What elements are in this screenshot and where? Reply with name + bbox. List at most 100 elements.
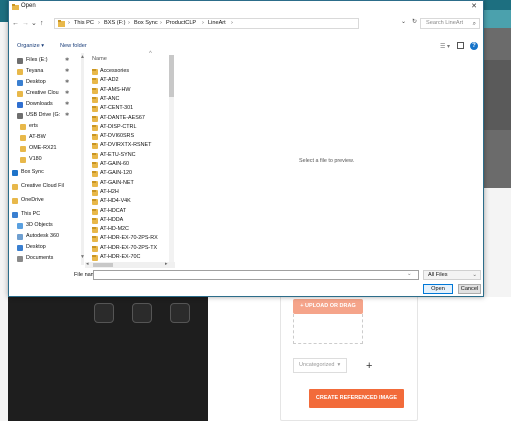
preview-pane-icon[interactable] — [457, 42, 464, 49]
file-list-item[interactable]: AT-DANTE-AES67 — [92, 115, 167, 123]
nav-item-label: erts — [29, 123, 38, 129]
file-list-item[interactable]: AT-CENT-301 — [92, 105, 167, 113]
nav-item-label: V180 — [29, 156, 42, 162]
nav-item[interactable]: Documents — [9, 254, 84, 264]
scroll-down-icon[interactable]: ▼ — [80, 254, 85, 260]
app-header-accent — [483, 10, 511, 28]
folder-icon — [58, 20, 65, 27]
nav-item-label: OME-RX21 — [29, 145, 57, 151]
nav-item[interactable]: Creative Clou ✱ — [9, 89, 84, 99]
file-list-item[interactable]: AT-ETU-SYNC — [92, 152, 167, 160]
file-list-item[interactable]: AT-DVI60SRS — [92, 133, 167, 141]
file-list-item[interactable]: AT-HD4-V4K — [92, 198, 167, 206]
nav-item[interactable]: OME-RX21 — [9, 144, 84, 154]
cancel-button[interactable]: Cancel — [458, 284, 481, 294]
navigation-pane: Files (E:) ✱ Teyana ✱ Desktop ✱ Creative Clou ✱… — [9, 53, 84, 265]
nav-item[interactable]: erts — [9, 122, 84, 132]
nav-item[interactable]: Desktop — [9, 243, 84, 253]
file-list-item[interactable]: AT-AD2 — [92, 77, 167, 85]
new-folder-button[interactable]: New folder — [60, 43, 87, 49]
nav-item[interactable]: This PC — [9, 210, 84, 220]
pin-icon[interactable]: ✱ — [65, 68, 69, 74]
address-dropdown-icon[interactable]: ⌄ — [401, 18, 406, 25]
breadcrumb-box-sync[interactable]: Box Sync — [134, 20, 158, 26]
folder-icon — [92, 96, 98, 103]
nav-item[interactable]: AT-BW — [9, 133, 84, 143]
scroll-up-icon[interactable]: ▲ — [80, 54, 85, 60]
file-list-item[interactable]: AT-HD-M2C — [92, 226, 167, 234]
nav-item[interactable]: Downloads ✱ — [9, 100, 84, 110]
nav-item[interactable]: Files (E:) ✱ — [9, 56, 84, 66]
file-list-item[interactable]: AT-H2H — [92, 189, 167, 197]
nav-item[interactable]: OneDrive — [9, 196, 84, 206]
file-list-item[interactable]: AT-HDDA — [92, 217, 167, 225]
upload-or-drag-button[interactable]: + UPLOAD OR DRAG — [293, 299, 363, 314]
file-list-item[interactable]: AT-DVIRXTX-RSNET — [92, 142, 167, 150]
pin-icon[interactable]: ✱ — [65, 90, 69, 96]
close-icon[interactable]: ✕ — [467, 2, 481, 12]
nav-item-icon — [17, 223, 23, 229]
breadcrumb-this-pc[interactable]: This PC — [74, 20, 94, 26]
create-referenced-image-button[interactable]: CREATE REFERENCED IMAGE — [309, 389, 404, 408]
help-icon[interactable]: ? — [470, 42, 478, 50]
file-list-item-label: AT-HDR-EX-70-2PS-RX — [100, 235, 158, 242]
pin-icon[interactable]: ✱ — [65, 101, 69, 107]
nav-item[interactable]: Teyana ✱ — [9, 67, 84, 77]
nav-item-label: This PC — [21, 211, 41, 217]
nav-item[interactable]: Autodesk 360 — [9, 232, 84, 242]
file-list-scroll-thumb[interactable] — [169, 55, 174, 97]
folder-icon — [92, 180, 98, 187]
file-list-item[interactable]: AT-GAIN-NET — [92, 180, 167, 188]
view-options-icon[interactable]: ☰ ▾ — [440, 43, 450, 50]
forward-arrow-icon[interactable]: → — [22, 19, 29, 28]
organize-menu-button[interactable]: Organize ▾ — [17, 43, 44, 49]
dialog-title: Open — [21, 3, 36, 9]
navigation-scrollbar[interactable] — [81, 53, 84, 265]
file-list-item-label: AT-HDR-EX-70-2PS-TX — [100, 244, 158, 251]
back-arrow-icon[interactable]: ← — [12, 19, 19, 28]
chevron-down-icon: ⌄ — [472, 272, 477, 278]
pin-icon[interactable]: ✱ — [65, 112, 69, 118]
file-list-item-label: AT-HDCAT — [100, 207, 127, 214]
file-list-item[interactable]: Accessories — [92, 68, 167, 76]
add-category-button[interactable]: + — [366, 359, 378, 373]
pin-icon[interactable]: ✱ — [65, 79, 69, 85]
nav-item[interactable]: V180 — [9, 155, 84, 165]
nav-item[interactable]: Desktop ✱ — [9, 78, 84, 88]
file-list-item[interactable]: AT-HDCAT — [92, 208, 167, 216]
file-list-item[interactable]: AT-HDR-EX-70-2PS-RX — [92, 235, 167, 243]
category-select[interactable]: Uncategorized ▾ — [293, 358, 347, 373]
file-list-item[interactable]: AT-HDR-EX-70C — [92, 254, 167, 262]
breadcrumb-drive[interactable]: BXS (F:) — [104, 20, 125, 26]
breadcrumb-lineart[interactable]: LineArt — [208, 20, 226, 26]
address-bar[interactable]: › This PC › BXS (F:) › Box Sync › Produc… — [54, 18, 359, 29]
file-name-dropdown-icon[interactable]: ⌄ — [407, 271, 412, 277]
recent-locations-icon[interactable]: ⌄ — [31, 19, 37, 28]
horizontal-scroll-thumb[interactable] — [93, 263, 113, 267]
file-list-item[interactable]: AT-GAIN-60 — [92, 161, 167, 169]
nav-item[interactable]: 3D Objects — [9, 221, 84, 231]
nav-item[interactable]: Creative Cloud Fil — [9, 182, 84, 192]
file-list-item[interactable]: AT-HDR-EX-70-2PS-TX — [92, 245, 167, 253]
app-side-panel-inner — [483, 60, 511, 130]
pin-icon[interactable]: ✱ — [65, 57, 69, 63]
breadcrumb-productclp[interactable]: ProductCLP — [166, 20, 196, 26]
refresh-icon[interactable]: ↻ — [412, 18, 417, 25]
file-list-item[interactable]: AT-GAIN-120 — [92, 170, 167, 178]
file-name-input[interactable] — [93, 270, 419, 280]
nav-item[interactable]: Box Sync — [9, 168, 84, 178]
drop-zone[interactable] — [293, 314, 363, 344]
file-list-item-label: AT-GAIN-NET — [100, 179, 134, 186]
up-arrow-icon[interactable]: ↑ — [40, 19, 44, 28]
file-list-item[interactable]: AT-AMS-HW — [92, 87, 167, 95]
scroll-left-icon[interactable]: ◂ — [86, 261, 89, 267]
folder-icon — [92, 245, 98, 252]
file-list-item[interactable]: AT-DISP-CTRL — [92, 124, 167, 132]
nav-item-icon — [20, 135, 26, 141]
file-type-filter[interactable]: All Files ⌄ — [423, 270, 481, 280]
open-button[interactable]: Open — [423, 284, 453, 294]
file-list-item[interactable]: AT-ANC — [92, 96, 167, 104]
nav-item[interactable]: USB Drive (G: ✱ — [9, 111, 84, 121]
category-select-value: Uncategorized — [299, 362, 335, 368]
search-input[interactable]: Search LineArt ⌕ — [420, 18, 480, 29]
